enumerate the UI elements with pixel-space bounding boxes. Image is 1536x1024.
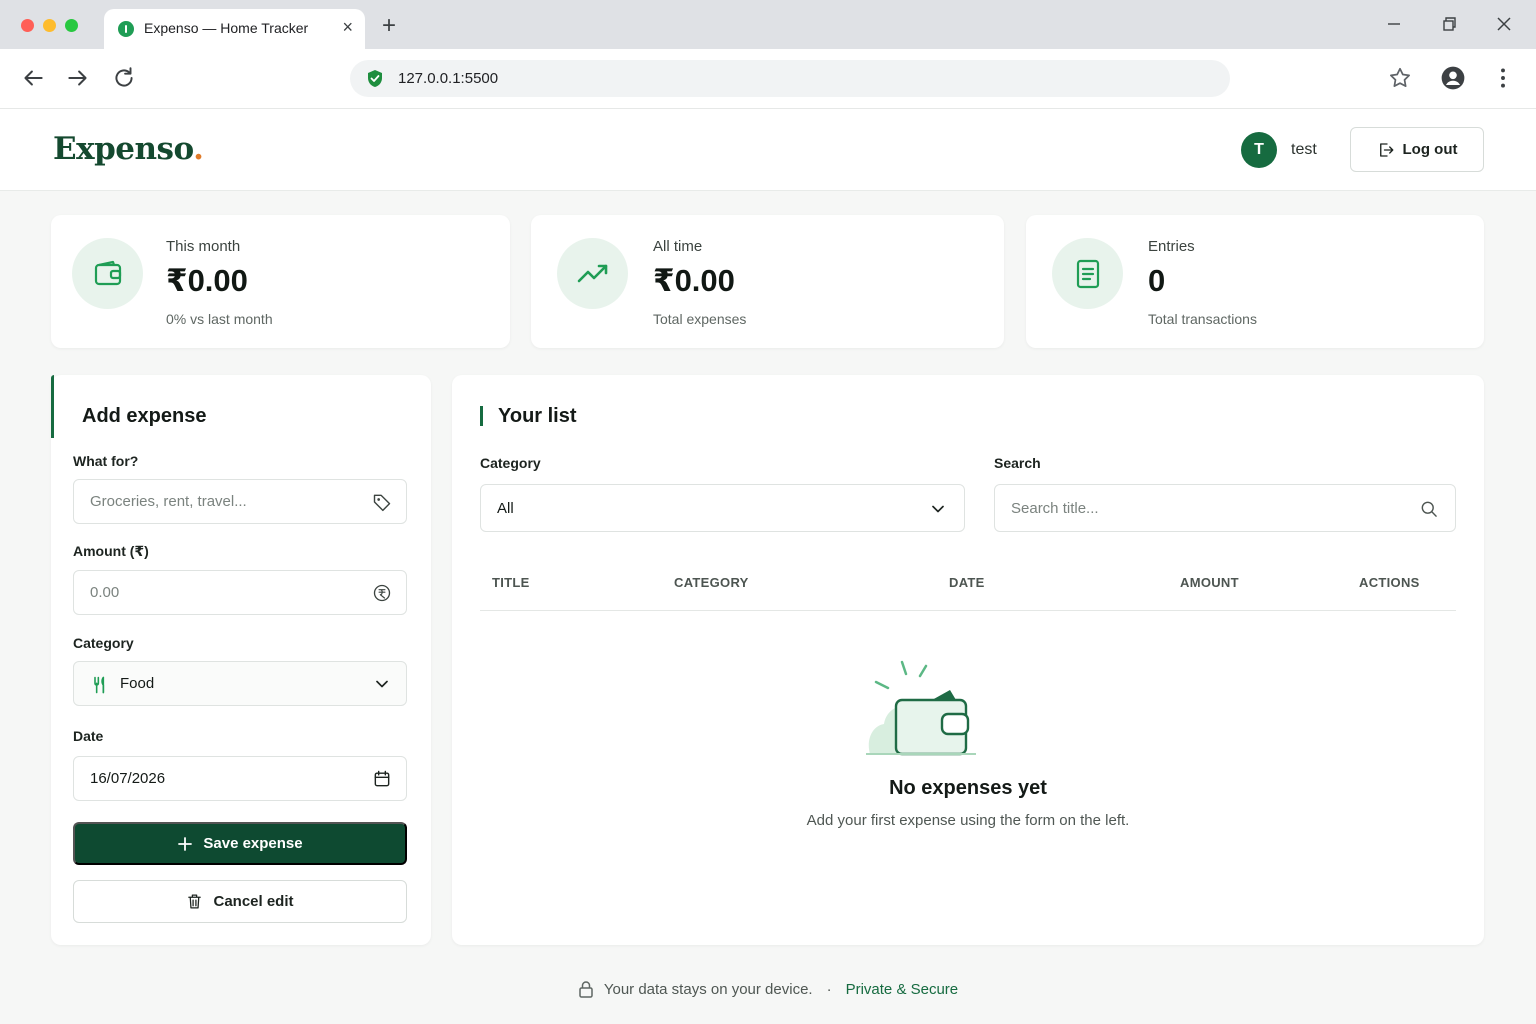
logout-label: Log out <box>1402 141 1458 158</box>
date-label: Date <box>73 728 104 744</box>
trash-icon <box>188 894 202 909</box>
add-expense-title: Add expense <box>82 405 207 427</box>
logout-button[interactable]: Log out <box>1350 127 1484 172</box>
trending-up-icon <box>557 238 628 309</box>
secure-shield-icon <box>368 70 382 87</box>
column-header-actions: ACTIONS <box>1359 575 1420 590</box>
profile-icon[interactable] <box>1440 65 1466 91</box>
search-label: Search <box>994 455 1041 471</box>
lock-icon <box>579 981 593 998</box>
save-expense-button[interactable]: Save expense <box>73 822 407 865</box>
search-placeholder: Search title... <box>1011 500 1099 517</box>
cancel-edit-label: Cancel edit <box>213 893 294 910</box>
stat-card-entries: Entries 0 Total transactions <box>1026 215 1484 348</box>
category-label: Category <box>73 635 134 651</box>
back-icon[interactable] <box>20 65 46 91</box>
forward-icon[interactable] <box>65 65 91 91</box>
date-input[interactable]: 16/07/2026 <box>73 756 407 801</box>
calendar-icon[interactable] <box>372 769 392 789</box>
browser-menu-icon[interactable] <box>1490 65 1516 91</box>
what-for-placeholder: Groceries, rent, travel... <box>90 493 247 510</box>
window-close-dot[interactable] <box>21 19 34 32</box>
filter-category-label: Category <box>480 455 541 471</box>
your-list-title: Your list <box>498 405 577 427</box>
fork-knife-icon <box>94 676 105 694</box>
stat-card-this-month: This month ₹0.00 0% vs last month <box>51 215 510 348</box>
window-maximize-dot[interactable] <box>65 19 78 32</box>
category-select[interactable]: Food <box>73 661 407 706</box>
rupee-circle-icon <box>373 584 391 602</box>
stat-value: ₹0.00 <box>166 263 248 298</box>
footer-separator: · <box>826 980 832 998</box>
search-icon[interactable] <box>1419 499 1439 519</box>
empty-wallet-illustration-icon <box>866 660 976 756</box>
list-accent-bar <box>480 406 483 426</box>
stat-label: This month <box>166 238 241 255</box>
minimize-icon[interactable] <box>1382 12 1406 36</box>
close-window-icon[interactable] <box>1492 12 1516 36</box>
what-for-input[interactable]: Groceries, rent, travel... <box>73 479 407 524</box>
what-for-label: What for? <box>73 453 139 469</box>
tag-icon <box>373 494 391 512</box>
url-text: 127.0.0.1:5500 <box>398 70 499 87</box>
column-header-amount[interactable]: AMOUNT <box>1180 575 1239 590</box>
table-divider <box>480 610 1456 611</box>
column-header-category[interactable]: CATEGORY <box>674 575 749 590</box>
add-expense-panel: Add expense What for? Groceries, rent, t… <box>51 375 431 945</box>
window-minimize-dot[interactable] <box>43 19 56 32</box>
category-value: Food <box>120 675 155 692</box>
stat-value: 0 <box>1148 263 1166 298</box>
stat-card-all-time: All time ₹0.00 Total expenses <box>531 215 1004 348</box>
stat-value: ₹0.00 <box>653 263 735 298</box>
stat-sub: Total transactions <box>1148 311 1257 327</box>
empty-state-subtitle: Add your first expense using the form on… <box>806 812 1130 829</box>
plus-icon <box>178 836 193 851</box>
search-input[interactable]: Search title... <box>994 484 1456 532</box>
stat-sub: Total expenses <box>653 311 747 327</box>
app-header: Expenso. T test Log out <box>0 109 1536 191</box>
tab-close-icon[interactable]: × <box>342 17 353 37</box>
star-icon[interactable] <box>1387 65 1413 91</box>
address-bar[interactable]: 127.0.0.1:5500 <box>350 60 1230 97</box>
stat-label: Entries <box>1148 238 1195 255</box>
column-header-title[interactable]: TITLE <box>492 575 530 590</box>
tab-title: Expenso — Home Tracker <box>144 20 309 36</box>
date-value: 16/07/2026 <box>90 770 166 787</box>
empty-state-title: No expenses yet <box>889 777 1047 799</box>
username: test <box>1291 141 1317 158</box>
tab-favicon-icon <box>118 21 134 37</box>
filter-category-select[interactable]: All <box>480 484 965 532</box>
chevron-down-icon <box>376 680 388 688</box>
amount-label: Amount (₹) <box>73 543 149 559</box>
restore-icon[interactable] <box>1437 12 1461 36</box>
chevron-down-icon <box>932 505 944 513</box>
logout-icon <box>1379 142 1393 157</box>
wallet-icon <box>72 238 143 309</box>
app-logo[interactable]: Expenso. <box>53 131 204 167</box>
stat-label: All time <box>653 238 703 255</box>
reload-icon[interactable] <box>111 65 137 91</box>
expense-list-panel: Your list Category All Search Search tit… <box>452 375 1484 945</box>
footer-text: Your data stays on your device. <box>603 980 813 998</box>
receipt-icon <box>1052 238 1123 309</box>
browser-tab[interactable]: Expenso — Home Tracker × <box>104 9 365 49</box>
browser-tab-bar: Expenso — Home Tracker × + <box>0 0 1536 49</box>
save-expense-label: Save expense <box>203 835 303 852</box>
column-header-date[interactable]: DATE <box>949 575 985 590</box>
filter-category-value: All <box>497 500 514 517</box>
footer: Your data stays on your device. · Privat… <box>0 977 1536 1001</box>
avatar[interactable]: T <box>1241 132 1277 168</box>
cancel-edit-button[interactable]: Cancel edit <box>73 880 407 923</box>
panel-accent-bar <box>51 375 54 438</box>
stat-sub: 0% vs last month <box>166 311 273 327</box>
amount-input[interactable]: 0.00 <box>73 570 407 615</box>
new-tab-icon[interactable]: + <box>382 12 396 40</box>
browser-toolbar: 127.0.0.1:5500 <box>0 49 1536 109</box>
amount-placeholder: 0.00 <box>90 584 120 601</box>
footer-secure-label: Private & Secure <box>845 980 959 998</box>
